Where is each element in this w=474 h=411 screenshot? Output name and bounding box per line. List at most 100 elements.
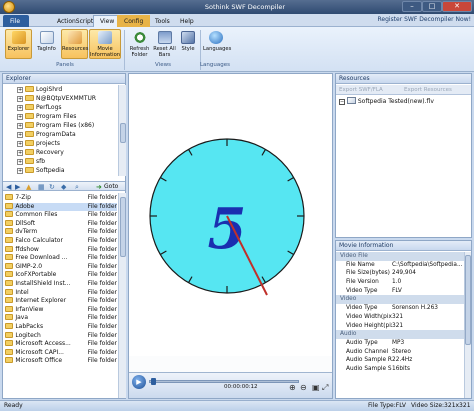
scroll-thumb[interactable] (465, 255, 471, 345)
expand-icon[interactable]: + (17, 105, 23, 111)
tree-item[interactable]: + LogiShrd (17, 85, 119, 94)
search-icon[interactable]: ⌕ (75, 183, 79, 192)
info-key: Audio Type (346, 339, 378, 346)
goto-arrow-icon[interactable]: ➜ (96, 183, 102, 191)
refresh-icon (132, 31, 147, 44)
file-row[interactable]: InstallShield Inst... File folder (5, 279, 117, 289)
tree-item[interactable]: + N@BQtpVEXMMTUR (17, 94, 119, 103)
seek-handle[interactable] (151, 378, 156, 385)
goto-button[interactable]: Goto (104, 183, 118, 190)
zoom-in-icon[interactable]: ⊕ (289, 383, 296, 392)
app-logo-icon[interactable] (3, 1, 15, 13)
file-row[interactable]: Common Files File folder (5, 211, 117, 220)
tab-file[interactable]: File (3, 15, 29, 27)
file-name: GIMP-2.0 (15, 262, 43, 270)
file-type: File folder (87, 357, 117, 365)
resources-panel: Resources Export SWF/FLA Export Resource… (335, 73, 472, 238)
tree-item[interactable]: + Recovery (17, 148, 119, 157)
movie-info-button[interactable]: Movie Information (89, 29, 121, 59)
expand-icon[interactable]: + (17, 150, 23, 156)
languages-button[interactable]: Languages (202, 29, 231, 59)
file-row[interactable]: dvTerm File folder (5, 228, 117, 237)
file-row[interactable]: IcoFXPortable File folder (5, 271, 117, 280)
expand-icon[interactable]: + (17, 114, 23, 120)
resource-item[interactable]: − Softpedia Tested(new).flv (339, 97, 434, 106)
file-row[interactable]: DllSoft File folder (5, 219, 117, 229)
file-row[interactable]: Free Download ... File folder (5, 254, 117, 263)
filter-icon[interactable]: ◆ (61, 183, 66, 191)
file-row[interactable]: Java File folder (5, 314, 117, 323)
info-section-header[interactable]: Audio (336, 330, 464, 339)
expand-icon[interactable]: + (17, 87, 23, 93)
file-row[interactable]: ffdshow File folder (5, 245, 117, 255)
file-row[interactable]: 7-Zip File folder (5, 194, 117, 203)
file-row[interactable]: GIMP-2.0 File folder (5, 262, 117, 272)
tab-config[interactable]: Config (117, 15, 151, 27)
folder-tree[interactable]: + LogiShrd + N@BQtpVEXMMTUR + PerfLogs + Pro… (3, 85, 119, 176)
refresh-folder-button[interactable]: Refresh Folder (127, 29, 152, 59)
file-row[interactable]: Adobe File folder (5, 202, 117, 212)
file-row[interactable]: Microsoft Access... File folder (5, 340, 117, 349)
play-button[interactable]: ▶ (132, 375, 146, 389)
file-row[interactable]: IrfanView File folder (5, 305, 117, 315)
export-resources-button[interactable]: Export Resources (404, 85, 452, 95)
seek-bar[interactable] (149, 380, 299, 383)
close-button[interactable]: ✕ (442, 1, 472, 12)
refresh-icon[interactable]: ↻ (49, 183, 55, 191)
back-icon[interactable]: ◀ (6, 183, 11, 191)
register-link[interactable]: Register SWF Decompiler Now! (334, 15, 474, 25)
taginfo-button[interactable]: TagInfo (33, 29, 60, 59)
tree-item[interactable]: + Softpedia (17, 166, 119, 175)
scroll-thumb[interactable] (120, 197, 126, 257)
tab-help[interactable]: Help (173, 15, 201, 27)
info-section-header[interactable]: Video File (336, 252, 464, 261)
expand-icon[interactable]: + (17, 96, 23, 102)
forward-icon[interactable]: ▶ (15, 183, 20, 191)
file-row[interactable]: Logitech File folder (5, 331, 117, 341)
tree-item[interactable]: + Program Files (17, 112, 119, 121)
movie-info-grid: Video File File Name C:\Softpedia\Softpedi… (336, 252, 464, 398)
globe-icon (209, 31, 223, 44)
expand-icon[interactable]: + (17, 168, 23, 174)
reset-all-bars-button[interactable]: Reset All Bars (152, 29, 177, 59)
up-folder-icon[interactable]: ▲ (26, 183, 31, 191)
expand-icon[interactable]: + (17, 141, 23, 147)
reset-bars-icon (157, 31, 172, 44)
minimize-button[interactable]: – (402, 1, 422, 12)
fullscreen-icon[interactable]: ⤢ (322, 383, 328, 393)
expand-icon[interactable]: + (17, 123, 23, 129)
file-row[interactable]: Internet Explorer File folder (5, 297, 117, 306)
view-icon[interactable]: ▦ (38, 183, 45, 191)
file-row[interactable]: Intel File folder (5, 288, 117, 298)
file-row[interactable]: Falco Calculator File folder (5, 236, 117, 246)
export-swf-button[interactable]: Export SWF/FLA (339, 85, 383, 95)
explorer-button[interactable]: Explorer (5, 29, 32, 59)
tree-item[interactable]: + Program Files (x86) (17, 121, 119, 130)
scroll-thumb[interactable] (120, 123, 126, 143)
info-section-header[interactable]: Video (336, 295, 464, 305)
folder-icon (5, 297, 14, 304)
tree-item[interactable]: + projects (17, 139, 119, 148)
folder-icon (25, 140, 34, 146)
fit-icon[interactable]: ▣ (312, 383, 320, 392)
tree-item[interactable]: + ProgramData (17, 130, 119, 139)
file-type-status: File Type:FLV (368, 402, 406, 409)
file-row[interactable]: LabPacks File folder (5, 322, 117, 332)
style-button[interactable]: Style (177, 29, 199, 59)
file-row[interactable]: Microsoft Office File folder (5, 357, 117, 366)
zoom-out-icon[interactable]: ⊖ (300, 383, 307, 392)
folder-icon (5, 262, 14, 269)
file-row[interactable]: Microsoft CAPI... File folder (5, 348, 117, 358)
info-scrollbar[interactable] (464, 252, 471, 398)
collapse-icon[interactable]: − (339, 99, 345, 105)
tree-scrollbar[interactable] (118, 85, 126, 176)
tree-item[interactable]: + sfb (17, 157, 119, 166)
file-list[interactable]: 7-Zip File folder Adobe File folder Common F… (5, 194, 117, 397)
expand-icon[interactable]: + (17, 132, 23, 138)
file-name: Intel (15, 288, 29, 296)
maximize-button[interactable]: □ (422, 1, 442, 12)
file-list-scrollbar[interactable] (118, 193, 126, 398)
tree-item[interactable]: + PerfLogs (17, 103, 119, 112)
resources-button[interactable]: Resources (61, 29, 89, 59)
expand-icon[interactable]: + (17, 159, 23, 165)
